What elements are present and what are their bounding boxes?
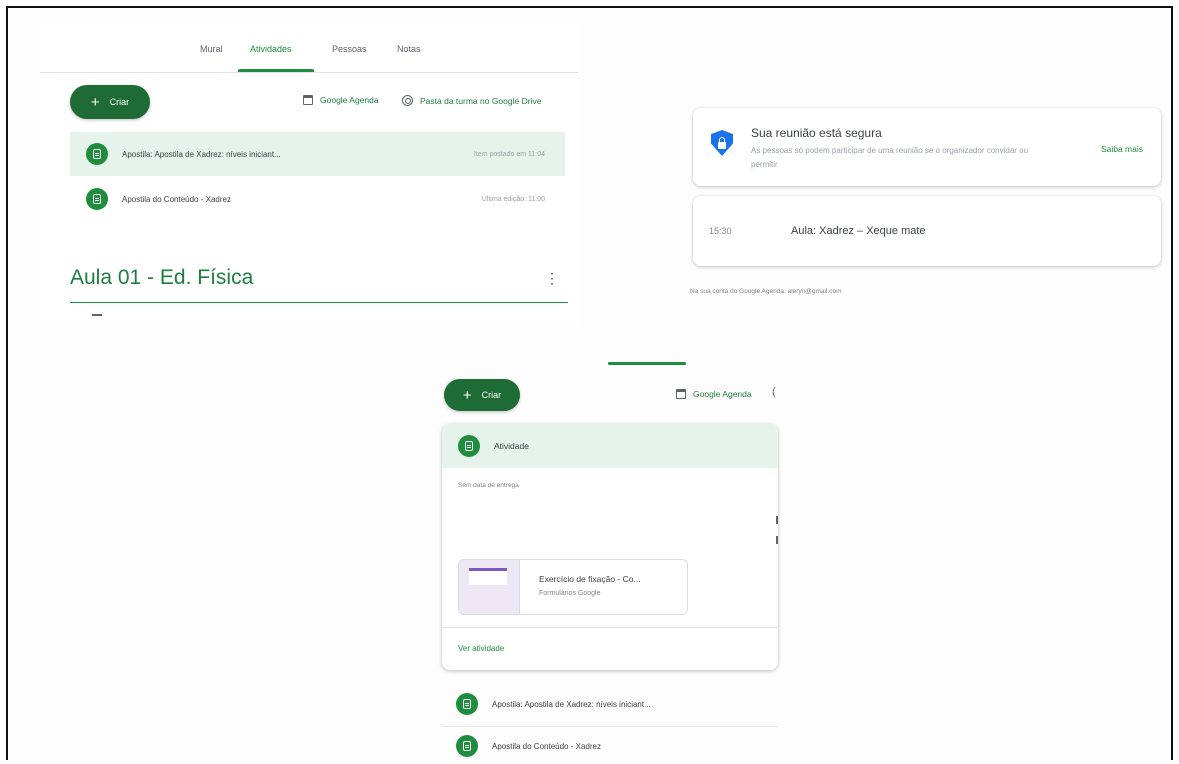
attachment-chip[interactable]: Exercício de fixação - Co... Formulários… <box>458 559 688 615</box>
create-label: Criar <box>481 390 502 400</box>
security-title: Sua reunião está segura <box>751 126 882 140</box>
form-thumbnail <box>459 560 520 614</box>
attachment-type: Formulários Google <box>539 590 601 597</box>
list-item[interactable]: Apostila do Conteúdo - Xadrez <box>442 728 778 764</box>
plus-icon: + <box>90 93 100 111</box>
calendar-event-card[interactable]: 15:30 Aula: Xadrez – Xeque mate <box>693 196 1161 266</box>
cropped-toolbar-glyph: ( <box>772 386 776 398</box>
item-meta: Última edição: 11:00 <box>481 195 545 203</box>
cropped-edge-mark <box>776 516 778 524</box>
classroom-activities-panel: Mural Atividades Pessoas Notas + Criar G… <box>40 22 578 327</box>
tab-mural[interactable]: Mural <box>200 44 223 54</box>
calendar-link-label: Google Agenda <box>693 389 752 399</box>
cropped-item-stub <box>92 314 102 316</box>
list-item[interactable]: Apostila: Apostila de Xadrez: níveis ini… <box>70 132 565 176</box>
tab-pessoas[interactable]: Pessoas <box>332 44 367 54</box>
item-meta: Item postado em 11:04 <box>473 150 545 158</box>
calendar-link-label: Google Agenda <box>320 95 379 105</box>
item-title: Apostila do Conteúdo - Xadrez <box>122 194 231 204</box>
row-divider <box>442 726 778 727</box>
create-button[interactable]: + Criar <box>70 85 150 119</box>
active-tab-indicator <box>608 362 686 365</box>
calendar-icon <box>676 389 686 399</box>
list-item[interactable]: Apostila do Conteúdo - Xadrez Última edi… <box>70 177 565 221</box>
list-item[interactable]: Apostila: Apostila de Xadrez: níveis ini… <box>442 684 778 724</box>
tab-atividades[interactable]: Atividades <box>250 44 292 54</box>
cropped-edge-mark <box>776 536 778 544</box>
kebab-menu-icon[interactable]: ⋮ <box>545 270 559 287</box>
meeting-security-card: Sua reunião está segura As pessoas só po… <box>693 108 1161 186</box>
event-title: Aula: Xadrez – Xeque mate <box>791 225 926 237</box>
drive-link-label: Pasta da turma no Google Drive <box>420 95 542 106</box>
google-calendar-link[interactable]: Google Agenda <box>676 389 752 399</box>
tab-notas[interactable]: Notas <box>397 44 421 54</box>
activity-title: Atividade <box>494 441 529 451</box>
drive-folder-link[interactable]: Pasta da turma no Google Drive <box>402 95 541 106</box>
card-divider <box>442 627 778 628</box>
assignment-icon <box>456 735 478 757</box>
google-calendar-link[interactable]: Google Agenda <box>303 95 379 105</box>
event-time: 15:30 <box>709 226 732 236</box>
view-activity-link[interactable]: Ver atividade <box>458 644 504 653</box>
plus-icon: + <box>462 386 472 404</box>
cropped-caption <box>338 0 858 14</box>
assignment-icon <box>458 435 480 457</box>
shield-lock-icon <box>711 130 733 156</box>
assignment-icon <box>86 143 108 165</box>
security-description: As pessoas só podem participar de uma re… <box>751 146 1029 169</box>
activity-detail-panel: + Criar Google Agenda ( Atividade Sem da… <box>440 362 778 760</box>
assignment-icon <box>86 188 108 210</box>
section-divider <box>70 302 568 303</box>
activity-card-header[interactable]: Atividade <box>442 424 778 468</box>
active-tab-indicator <box>238 69 314 72</box>
calendar-icon <box>303 95 313 105</box>
item-title: Apostila: Apostila de Xadrez: níveis ini… <box>122 149 281 159</box>
section-title: Aula 01 - Ed. Física <box>70 266 254 289</box>
drive-folder-icon <box>402 95 413 106</box>
create-button[interactable]: + Criar <box>444 379 520 411</box>
learn-more-link[interactable]: Saiba mais <box>1101 144 1143 154</box>
assignment-icon <box>456 693 478 715</box>
create-label: Criar <box>109 97 130 107</box>
item-title: Apostila do Conteúdo - Xadrez <box>492 741 601 751</box>
item-title: Apostila: Apostila de Xadrez: níveis ini… <box>492 699 651 709</box>
attachment-title: Exercício de fixação - Co... <box>539 574 641 584</box>
account-note: Na sua conta do Google Agenda: aleryn@gm… <box>690 288 842 295</box>
tab-bar: Mural Atividades Pessoas Notas <box>40 22 578 73</box>
activity-card[interactable]: Atividade Sem data de entrega Exercício … <box>442 424 778 670</box>
due-date: Sem data de entrega <box>458 482 519 489</box>
